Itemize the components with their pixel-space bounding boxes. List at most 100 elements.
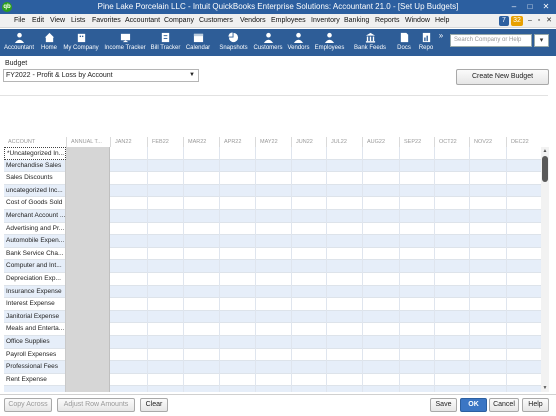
toolbar-bill-tracker[interactable]: Bill Tracker	[149, 29, 182, 56]
vertical-scrollbar[interactable]: ▲ ▼	[541, 147, 549, 392]
menu-view[interactable]: View	[50, 14, 65, 28]
table-row[interactable]: Advertising and Pr...	[4, 222, 544, 236]
column-header-nov22[interactable]: NOV22	[469, 137, 506, 147]
table-row[interactable]: *Uncategorized In...	[4, 147, 544, 160]
table-row[interactable]: Meals and Enterta...	[4, 323, 544, 336]
column-header-apr22[interactable]: APR22	[219, 137, 255, 147]
account-cell[interactable]: Office Supplies	[4, 336, 66, 349]
scroll-down-icon[interactable]: ▼	[541, 384, 549, 392]
notification-badge[interactable]: 7	[499, 16, 509, 26]
account-cell[interactable]: Professional Fees	[4, 361, 66, 374]
account-cell[interactable]: Depreciation Exp...	[4, 273, 66, 286]
column-header-sep22[interactable]: SEP22	[399, 137, 434, 147]
toolbar-bank-feeds[interactable]: Bank Feeds	[352, 29, 388, 56]
column-header-jun22[interactable]: JUN22	[291, 137, 326, 147]
toolbar-snapshots[interactable]: Snapshots	[217, 29, 250, 56]
copy-across-button[interactable]: Copy Across	[4, 398, 52, 412]
help-button[interactable]: Help	[522, 398, 549, 412]
account-cell[interactable]: Bank Service Cha...	[4, 247, 66, 261]
scroll-up-icon[interactable]: ▲	[541, 147, 549, 155]
toolbar-employees[interactable]: Employees	[313, 29, 346, 56]
table-row[interactable]: Interest Expense	[4, 298, 544, 311]
account-cell[interactable]: Janitorial Expense	[4, 310, 66, 324]
menu-employees[interactable]: Employees	[271, 14, 306, 28]
toolbar-calendar[interactable]: Calendar	[184, 29, 212, 56]
account-cell[interactable]: Meals and Enterta...	[4, 323, 66, 336]
table-row[interactable]: Computer and Int...	[4, 260, 544, 273]
menu-edit[interactable]: Edit	[32, 14, 44, 28]
toolbar-customers[interactable]: Customers	[252, 29, 284, 56]
account-cell[interactable]: Payroll Expenses	[4, 348, 66, 362]
menu-inventory[interactable]: Inventory	[311, 14, 340, 28]
account-cell[interactable]: Rent Expense	[4, 373, 66, 387]
table-row[interactable]: Insurance Expense	[4, 285, 544, 299]
scrollbar-thumb[interactable]	[542, 156, 548, 182]
table-row[interactable]: Depreciation Exp...	[4, 273, 544, 286]
menu-lists[interactable]: Lists	[71, 14, 85, 28]
toolbar-my-company[interactable]: My Company	[62, 29, 100, 56]
menu-help[interactable]: Help	[435, 14, 449, 28]
account-cell[interactable]: Interest Expense	[4, 298, 66, 311]
table-row[interactable]: uncategorized Inc...	[4, 184, 544, 198]
maximize-button[interactable]: □	[522, 0, 538, 14]
toolbar-accountant[interactable]: Accountant	[2, 29, 36, 56]
menu-window[interactable]: Window	[405, 14, 430, 28]
create-new-budget-button[interactable]: Create New Budget	[456, 69, 549, 85]
search-dropdown-button[interactable]: ▾	[534, 34, 549, 47]
account-cell[interactable]: Merchant Account ...	[4, 210, 66, 223]
toolbar-reports[interactable]: Repo	[416, 29, 436, 56]
account-cell[interactable]: Automobile Expen...	[4, 235, 66, 248]
save-button[interactable]: Save	[430, 398, 457, 412]
account-cell[interactable]: Insurance Expense	[4, 285, 66, 299]
account-cell[interactable]: *Uncategorized In...	[4, 147, 66, 160]
account-cell[interactable]: Sales Discounts	[4, 172, 66, 185]
account-cell[interactable]: Computer and Int...	[4, 260, 66, 273]
account-cell[interactable]: Advertising and Pr...	[4, 222, 66, 236]
menu-customers[interactable]: Customers	[199, 14, 233, 28]
table-row[interactable]: Janitorial Expense	[4, 310, 544, 324]
column-header-jul22[interactable]: JUL22	[326, 137, 362, 147]
adjust-row-amounts-button[interactable]: Adjust Row Amounts	[57, 398, 135, 412]
column-header-may22[interactable]: MAY22	[255, 137, 291, 147]
cancel-button[interactable]: Cancel	[489, 398, 519, 412]
table-row[interactable]: Office Supplies	[4, 336, 544, 349]
menu-minimize-button[interactable]: –	[526, 16, 534, 26]
column-header-annual-total[interactable]: ANNUAL T...	[66, 137, 110, 147]
account-cell[interactable]: Cost of Goods Sold	[4, 197, 66, 210]
menu-close-button[interactable]: ✕	[545, 16, 553, 26]
table-row[interactable]: Rent Expense	[4, 373, 544, 387]
menu-vendors[interactable]: Vendors	[240, 14, 266, 28]
column-header-dec22[interactable]: DEC22	[506, 137, 544, 147]
toolbar-income-tracker[interactable]: Income Tracker	[103, 29, 147, 56]
account-cell[interactable]	[4, 386, 66, 392]
toolbar-more-button[interactable]: »	[436, 29, 446, 56]
clear-button[interactable]: Clear	[140, 398, 168, 412]
toolbar-home[interactable]: Home	[38, 29, 60, 56]
column-header-mar22[interactable]: MAR22	[183, 137, 219, 147]
minimize-button[interactable]: –	[506, 0, 522, 14]
menu-reports[interactable]: Reports	[375, 14, 400, 28]
column-header-feb22[interactable]: FEB22	[147, 137, 183, 147]
table-row[interactable]: Professional Fees	[4, 361, 544, 374]
column-header-account[interactable]: ACCOUNT	[4, 137, 66, 147]
table-row[interactable]: Automobile Expen...	[4, 235, 544, 248]
search-input[interactable]: Search Company or Help	[450, 34, 532, 47]
close-button[interactable]: ✕	[538, 0, 554, 14]
table-row[interactable]: Sales Discounts	[4, 172, 544, 185]
column-header-oct22[interactable]: OCT22	[434, 137, 469, 147]
menu-favorites[interactable]: Favorites	[92, 14, 121, 28]
toolbar-vendors[interactable]: Vendors	[286, 29, 311, 56]
menu-file[interactable]: File	[14, 14, 25, 28]
menu-accountant[interactable]: Accountant	[125, 14, 160, 28]
table-row[interactable]: Payroll Expenses	[4, 348, 544, 362]
account-cell[interactable]: uncategorized Inc...	[4, 184, 66, 198]
menu-banking[interactable]: Banking	[344, 14, 369, 28]
table-row[interactable]: Merchant Account ...	[4, 210, 544, 223]
table-row[interactable]	[4, 386, 544, 392]
ok-button[interactable]: OK	[460, 398, 487, 412]
table-row[interactable]: Bank Service Cha...	[4, 247, 544, 261]
table-row[interactable]: Merchandise Sales	[4, 159, 544, 173]
menu-restore-button[interactable]: ▫	[535, 16, 543, 26]
menu-company[interactable]: Company	[164, 14, 194, 28]
toolbar-docs[interactable]: Docs	[394, 29, 414, 56]
